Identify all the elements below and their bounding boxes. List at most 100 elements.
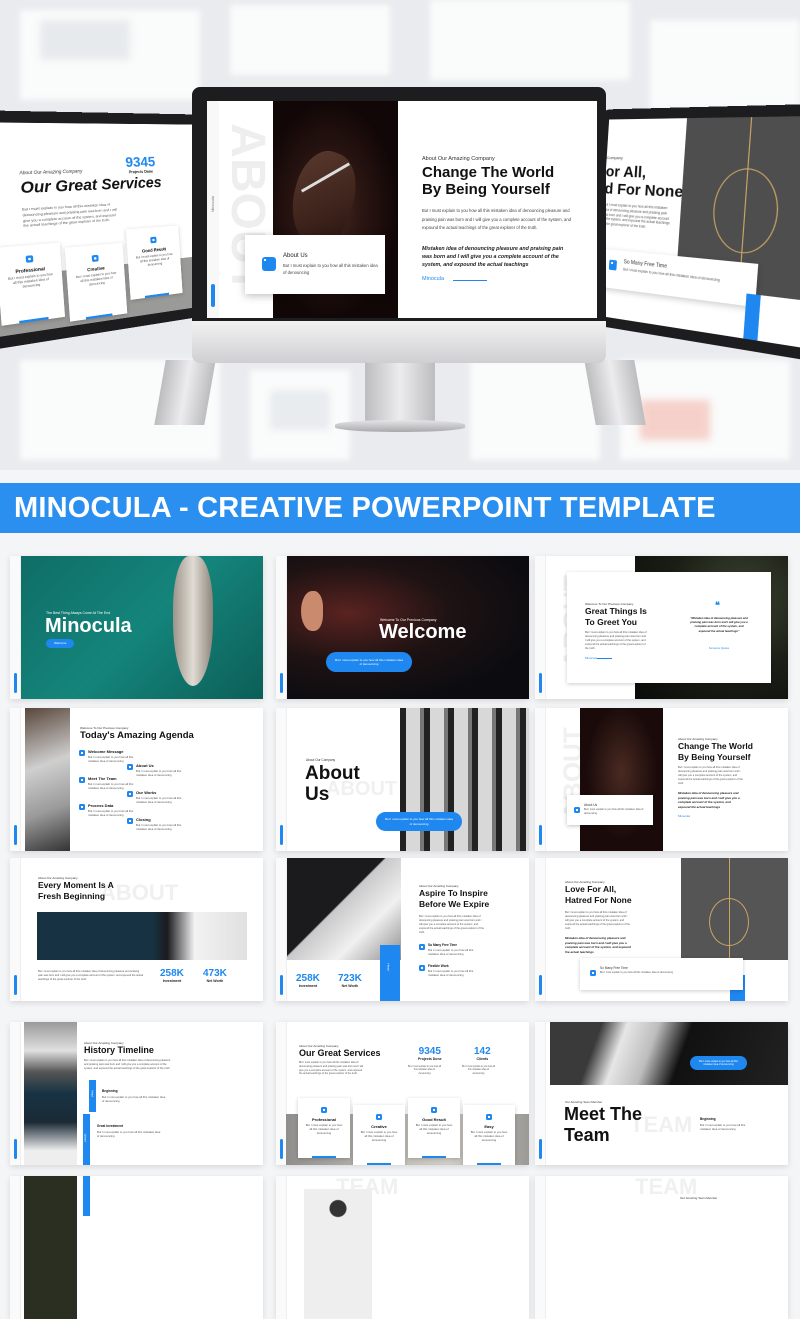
agenda-item: Process Data [88,803,114,808]
agenda-item: Meet The Team [88,776,117,781]
slide-title: About [305,763,360,784]
service-icon [376,1114,382,1120]
slide-title: Love For All, [565,884,617,894]
slide-thumbnail[interactable]: About Our Amazing Company Our Great Serv… [276,1022,529,1165]
slide-thumbnail[interactable]: Welcome To Our Precious Company Today's … [10,708,263,851]
person-image [304,1189,372,1319]
bedroom-image [37,912,247,960]
brand-link[interactable]: Minocula [678,814,690,818]
court-image [681,858,788,960]
agenda-item: Welcome Message [88,749,124,754]
stat-value: 142 [474,1046,491,1057]
stat-text: But I must explain to you how all this m… [408,1066,441,1075]
slide-thumbnail[interactable]: ABOUT About Our Company About Us But I m… [276,708,529,851]
box-title: So Many Free Time [600,966,628,970]
slide-body: But I must explain to you how all this m… [422,208,571,231]
stat-label: Projects Done [418,1057,442,1061]
slide-quote: Mistaken idea of denouncing pleasure and… [678,791,740,809]
service-name: Easy [484,1124,494,1129]
slide-subtitle: Company [606,154,624,161]
slide-title: By Being Yourself [422,181,550,198]
slide-title: Today's Amazing Agenda [80,730,194,741]
slide-subtitle: About Our Amazing Company [19,168,83,176]
agenda-text: But I must explain to you how all this m… [88,782,134,791]
agenda-item: About Us [136,763,154,768]
slide-subtitle: Our Amazing Team Member [680,1196,718,1200]
slide-title: Aspire To Inspire [419,888,488,898]
slide-thumbnail[interactable]: Welcome To Our Precious Company Welcome … [276,556,529,699]
slide-title: Us [305,784,330,805]
slide-thumbnail[interactable]: ABOUT About Our Amazing Company Every Mo… [10,858,263,1001]
slide-title: History Timeline [84,1045,154,1055]
service-text: But I must explain to you how all this m… [305,1123,343,1136]
brand-link[interactable]: Minocula [585,656,597,660]
slide-thumbnail[interactable]: About Our Amazing Company History Timeli… [10,1022,263,1165]
brand-link[interactable]: Minocula [422,276,444,282]
slide-thumbnail[interactable]: But I must explain to you how all this m… [535,1022,788,1165]
agenda-item: Closing [136,817,151,822]
service-name: Creative [371,1124,387,1129]
staircase-image [550,1022,788,1085]
slide-thumbnail[interactable]: 258K Investment 723K Net Worth Head About … [276,858,529,1001]
slide-title: Our Great Services [19,173,162,197]
slide-thumbnail[interactable]: ABOUT Welcome To Our Precious Company Gr… [535,556,788,699]
stat-label: Clients [476,1057,489,1061]
service-text: But I must explain to you how all this m… [470,1130,508,1143]
slide-title: d For None [604,180,684,202]
service-icon [25,255,34,263]
stat-label: Investment [162,979,182,983]
stat-label: Net Worth [341,984,359,988]
feature-text: But I must explain to you how all this m… [428,948,474,957]
slide-quote: Mistaken idea of denouncing pleasure and… [422,246,564,268]
hero-mockup: About Our Amazing Company Our Great Serv… [0,0,800,470]
stat-value: 9345 [418,1046,441,1057]
slide-body: But I must explain to you how all this m… [602,202,670,230]
slide-body: But I must explain to you how all this m… [299,1061,364,1076]
timeline-text: But I must explain to you how all this m… [97,1130,161,1139]
right-monitor: Company or All, d For None But I must ex… [588,102,800,385]
horse-image [580,708,663,851]
cta-button[interactable]: But I must explain to you how all this m… [376,812,462,831]
brand-vertical: Minocula [210,196,215,213]
cta-button[interactable]: But I must explain to you how all this m… [690,1056,747,1070]
box-text: But I must explain to you how all this m… [584,808,644,815]
box-text: But I must explain to you how all this m… [283,263,378,275]
timeline-item: Great Investment [97,1124,124,1128]
service-text: But I must explain to you how all this m… [415,1123,453,1136]
slide-title: Hatred For None [565,895,632,905]
interior-image [25,708,70,851]
slide-thumbnail[interactable]: TEAM [276,1176,529,1319]
agenda-item: Our Works [136,790,157,795]
slide-body: But I must explain to you how all this m… [678,766,743,785]
bar-label: Head [90,1090,94,1097]
slide-title: or All, [605,163,647,182]
center-slide: ABOUT Minocula About Us But I must expla… [207,101,597,318]
agenda-text: But I must explain to you how all this m… [136,796,182,805]
slide-thumbnail[interactable]: About Our Amazing Company Love For All, … [535,858,788,1001]
bar-label: Head [386,963,391,971]
cta-button[interactable]: But I must explain to you how all this m… [326,652,412,672]
welcome-button[interactable]: Welcome [46,639,75,648]
slide-title: Welcome [379,621,467,643]
slide-subtitle: About Our Company [306,758,336,762]
interior-image [24,1022,77,1165]
slide-title: Meet The [564,1104,643,1124]
service-name: Professional [311,1117,336,1122]
service-icon [486,1114,492,1120]
service-icon [91,254,99,262]
team-item: Beginning [700,1117,716,1121]
slide-thumbnail[interactable] [10,1176,263,1319]
left-monitor: About Our Amazing Company Our Great Serv… [0,109,217,371]
slide-title: Our Great Services [299,1048,381,1058]
quote-icon: ❝ [715,600,720,610]
slide-thumbnail[interactable]: The Best Thing Always Come At The End Mi… [10,556,263,699]
timeline-text: But I must explain to you how all this m… [102,1095,166,1104]
slide-thumbnail[interactable]: TEAM Our Amazing Team Member [535,1176,788,1319]
slide-subtitle: About Our Amazing Company [422,156,495,162]
team-text: But I must explain to you how all this m… [700,1123,746,1132]
box-title: About Us [584,803,598,807]
agenda-text: But I must explain to you how all this m… [88,809,134,818]
slide-thumbnail[interactable]: ABOUT About Us But I must explain to you… [535,708,788,851]
stat-value: 473K [203,968,227,979]
stat-value: 258K [160,968,184,979]
